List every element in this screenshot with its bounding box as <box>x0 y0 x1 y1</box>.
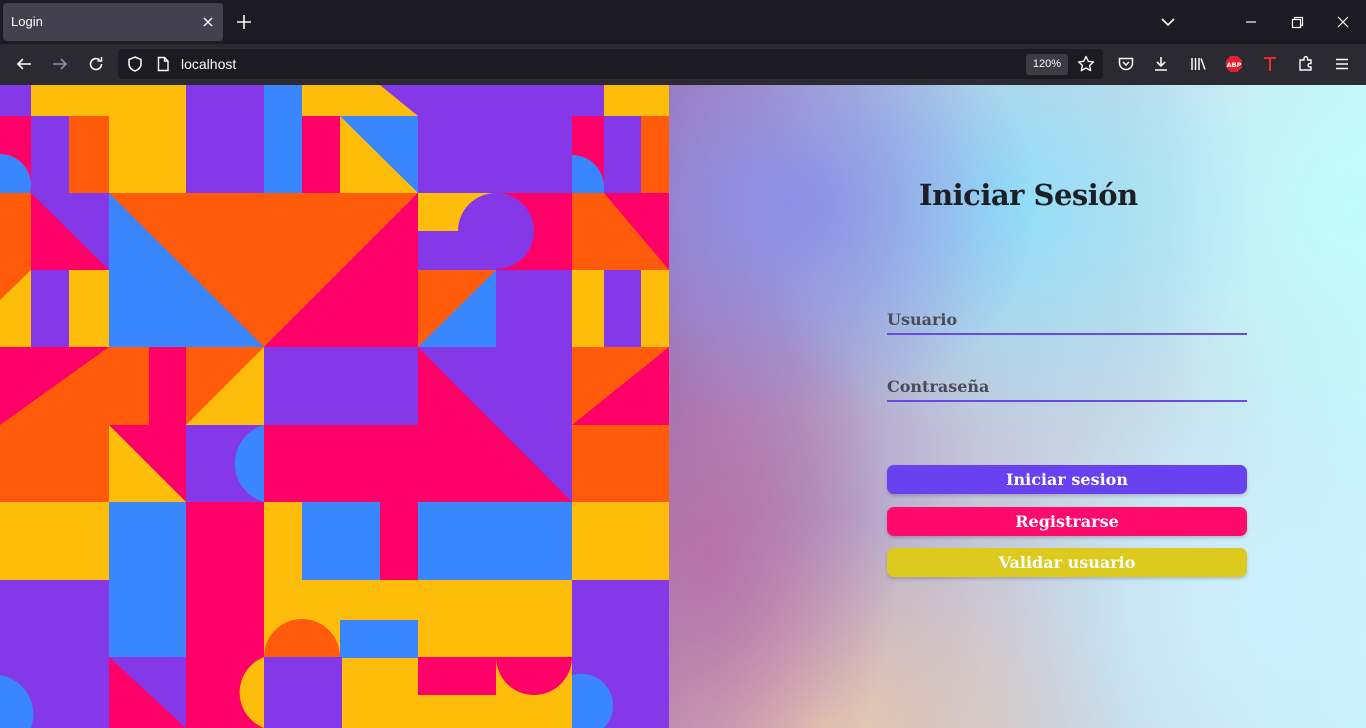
minimize-icon[interactable] <box>1241 12 1261 32</box>
address-bar[interactable]: localhost 120% <box>118 49 1103 79</box>
back-arrow-icon[interactable] <box>14 54 34 74</box>
register-button[interactable]: Registrarse <box>887 507 1247 536</box>
tab-strip: Login <box>0 0 1366 44</box>
url-text[interactable]: localhost <box>181 56 236 72</box>
username-field[interactable] <box>887 305 1247 335</box>
password-field[interactable] <box>887 372 1247 402</box>
adblock-plus-icon[interactable]: ABP <box>1224 54 1244 74</box>
close-window-icon[interactable] <box>1333 12 1353 32</box>
svg-text:ABP: ABP <box>1227 61 1242 69</box>
bookmark-star-icon[interactable] <box>1076 54 1096 74</box>
geometric-pattern-image <box>0 85 669 728</box>
page-icon <box>153 54 173 74</box>
login-button[interactable]: Iniciar sesion <box>887 465 1247 494</box>
downloads-icon[interactable] <box>1151 54 1171 74</box>
password-input[interactable] <box>887 372 1247 400</box>
shield-icon[interactable] <box>125 54 145 74</box>
login-panel: Iniciar Sesión Iniciar sesion Registrars… <box>669 85 1366 728</box>
new-tab-icon[interactable] <box>234 12 254 32</box>
validate-user-button[interactable]: Validar usuario <box>887 548 1247 577</box>
reload-icon[interactable] <box>86 54 106 74</box>
restore-icon[interactable] <box>1287 12 1307 32</box>
forward-arrow-icon[interactable] <box>50 54 70 74</box>
active-tab[interactable]: Login <box>3 3 223 41</box>
tab-list-chevron-down-icon[interactable] <box>1158 12 1178 32</box>
zoom-level-badge[interactable]: 120% <box>1026 54 1068 75</box>
close-tab-icon[interactable] <box>200 14 216 30</box>
library-icon[interactable] <box>1188 54 1208 74</box>
username-input[interactable] <box>887 305 1247 333</box>
page-title: Iniciar Sesión <box>919 178 1138 212</box>
menu-icon[interactable] <box>1332 54 1352 74</box>
extensions-puzzle-icon[interactable] <box>1296 54 1316 74</box>
page-viewport: Iniciar Sesión Iniciar sesion Registrars… <box>0 85 1366 728</box>
nav-toolbar: localhost 120% ABP <box>0 44 1366 85</box>
extension-t-icon[interactable] <box>1260 54 1280 74</box>
pocket-icon[interactable] <box>1116 54 1136 74</box>
tab-title: Login <box>11 14 43 29</box>
